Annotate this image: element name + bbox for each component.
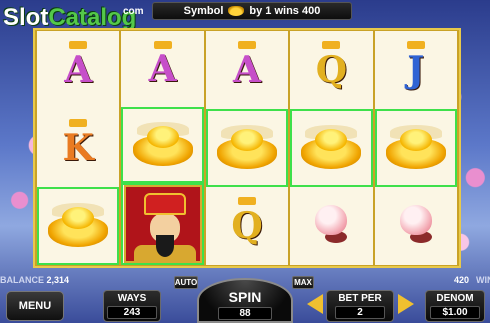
reel-cell: [375, 187, 457, 265]
reel-4: Q: [290, 31, 373, 265]
symbol-q: Q: [231, 205, 263, 247]
reel-cell: [37, 187, 120, 265]
gold-ingot-icon: [215, 125, 279, 171]
reel-cell: Q: [290, 31, 372, 109]
symbol-a: A: [148, 48, 177, 90]
denom-panel[interactable]: DENOM $1.00: [425, 290, 485, 322]
gold-ingot-icon: [384, 125, 448, 171]
auto-button[interactable]: AUTO: [174, 276, 198, 289]
win-message-bar: Symbol by 1 wins 400: [152, 2, 352, 20]
reel-5: J: [374, 31, 458, 265]
bet-per-panel: BET PER 2: [326, 290, 394, 322]
reel-cell: [205, 109, 289, 187]
peach-icon: [396, 205, 436, 247]
peach-icon: [311, 205, 351, 247]
denom-label: DENOM: [436, 293, 474, 304]
reel-cell: Q: [206, 187, 288, 265]
balance-value: 2,314: [46, 275, 70, 285]
reel-cell: [290, 187, 372, 265]
reel-cell: A: [121, 31, 203, 107]
reel-cell: [121, 107, 204, 183]
reel-cell: J: [375, 31, 457, 109]
fortune-god-icon: [123, 185, 202, 263]
ingot-icon: [69, 119, 88, 127]
symbol-j: J: [407, 49, 425, 91]
ways-value: 243: [107, 306, 157, 319]
spin-button[interactable]: SPIN 88: [197, 278, 293, 323]
gold-ingot-icon: [46, 203, 110, 249]
symbol-k: K: [62, 127, 94, 169]
ingot-icon: [238, 41, 257, 49]
win-label: WIN: [476, 275, 490, 285]
menu-button[interactable]: MENU: [6, 291, 64, 321]
ingot-icon: [69, 41, 88, 49]
reel-cell: A: [37, 31, 119, 109]
ingot-icon: [406, 41, 425, 49]
spin-value: 88: [218, 307, 272, 320]
spin-label: SPIN: [228, 289, 262, 305]
bet-increase-arrow[interactable]: [398, 294, 414, 314]
reel-cell: K: [37, 109, 119, 187]
ingot-icon: [153, 41, 172, 49]
symbol-a: A: [64, 49, 93, 91]
reel-cell: [121, 183, 204, 265]
reels-grid: AKAAQQJ: [33, 28, 461, 268]
ingot-icon: [228, 6, 245, 16]
logo-suffix: com: [123, 6, 144, 17]
gold-ingot-icon: [299, 125, 363, 171]
ingot-icon: [238, 197, 257, 205]
message-prefix: Symbol: [183, 5, 224, 17]
reel-cell: [290, 109, 373, 187]
bet-decrease-arrow[interactable]: [307, 294, 323, 314]
balance-label: BALANCE: [0, 275, 44, 285]
bet-per-label: BET PER: [338, 293, 382, 304]
ways-panel: WAYS 243: [103, 290, 161, 322]
ingot-icon: [322, 41, 341, 49]
win-value: 420: [454, 275, 470, 285]
denom-value: $1.00: [430, 306, 480, 319]
bet-per-value: 2: [335, 306, 385, 319]
reel-cell: A: [206, 31, 288, 109]
max-bet-button[interactable]: MAX: [292, 276, 314, 289]
logo-part1: Slot: [3, 4, 49, 31]
reel-3: AQ: [205, 31, 289, 265]
symbol-a: A: [233, 49, 261, 91]
balance-display: BALANCE 2,314: [0, 275, 69, 285]
reel-cell: [374, 109, 458, 187]
symbol-q: Q: [315, 49, 348, 91]
ways-label: WAYS: [117, 293, 147, 304]
gold-ingot-icon: [131, 122, 195, 168]
reel-1: AK: [37, 31, 120, 265]
reel-2: A: [121, 31, 204, 265]
message-suffix: by 1 wins 400: [249, 5, 321, 17]
